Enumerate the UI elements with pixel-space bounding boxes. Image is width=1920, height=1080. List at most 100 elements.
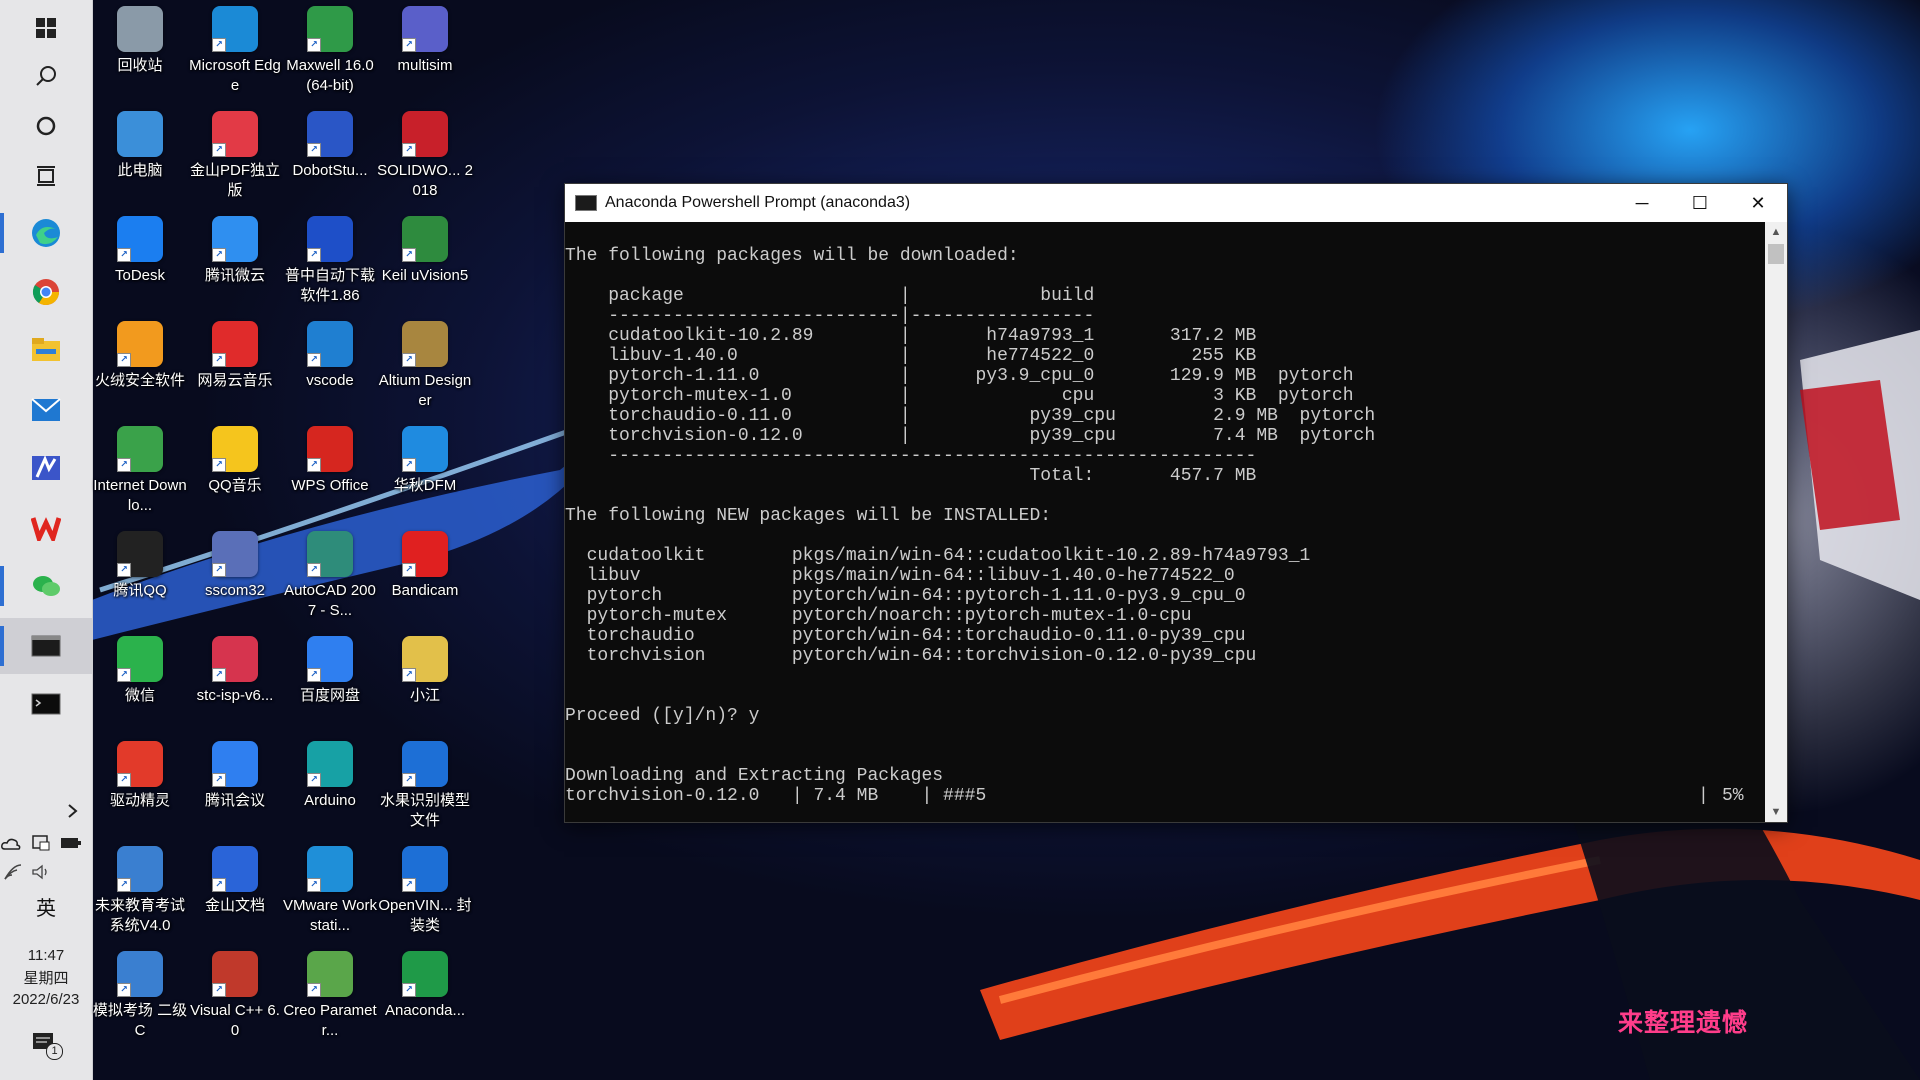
dobot-icon: ↗ bbox=[307, 111, 353, 157]
taskbar-wechat[interactable] bbox=[0, 558, 92, 614]
desktop-icon[interactable]: ↗ VMware Workstati... bbox=[282, 842, 378, 944]
desktop-icon[interactable]: ↗ Internet Downlo... bbox=[92, 422, 188, 524]
desktop-icon[interactable]: ↗ 腾讯微云 bbox=[187, 212, 283, 314]
desktop-icon[interactable]: 回收站 bbox=[92, 2, 188, 104]
desktop-icon[interactable]: ↗ stc-isp-v6... bbox=[187, 632, 283, 734]
network-tray[interactable] bbox=[2, 861, 24, 883]
taskbar-multisim[interactable] bbox=[0, 440, 92, 496]
desktop-icon[interactable]: ↗ 驱动精灵 bbox=[92, 737, 188, 839]
desktop-icon[interactable]: ↗ 模拟考场 二级C bbox=[92, 947, 188, 1049]
shortcut-arrow-icon: ↗ bbox=[212, 563, 226, 577]
desktop-icon[interactable]: ↗ 火绒安全软件 bbox=[92, 317, 188, 419]
desktop-icon-label: VMware Workstati... bbox=[283, 897, 377, 934]
desktop-icon[interactable]: ↗ 小江 bbox=[377, 632, 473, 734]
search-button[interactable] bbox=[0, 48, 92, 104]
scroll-down-arrow-icon[interactable]: ▼ bbox=[1765, 802, 1787, 822]
shortcut-arrow-icon: ↗ bbox=[402, 38, 416, 52]
shortcut-arrow-icon: ↗ bbox=[117, 773, 131, 787]
desktop-icon[interactable]: ↗ 腾讯QQ bbox=[92, 527, 188, 629]
qqmusic-icon: ↗ bbox=[212, 426, 258, 472]
desktop-icon[interactable]: ↗ 未来教育考试系统V4.0 bbox=[92, 842, 188, 944]
clock[interactable]: 11:47 星期四 2022/6/23 bbox=[0, 945, 92, 1011]
desktop-icon[interactable]: ↗ OpenVIN... 封装类 bbox=[377, 842, 473, 944]
ime-indicator[interactable]: 英 bbox=[0, 892, 92, 921]
desktop-icon[interactable]: ↗ 微信 bbox=[92, 632, 188, 734]
window-title: Anaconda Powershell Prompt (anaconda3) bbox=[605, 194, 911, 211]
show-more-chevron[interactable] bbox=[62, 800, 84, 822]
maxwell-icon: ↗ bbox=[307, 6, 353, 52]
taskbar-file-explorer[interactable] bbox=[0, 322, 92, 378]
shortcut-arrow-icon: ↗ bbox=[307, 773, 321, 787]
desktop-icon[interactable]: ↗ Creo Parametr... bbox=[282, 947, 378, 1049]
scrollbar-thumb[interactable] bbox=[1768, 244, 1784, 264]
window-titlebar[interactable]: Anaconda Powershell Prompt (anaconda3) ─… bbox=[565, 184, 1787, 222]
speaker-icon bbox=[32, 864, 47, 880]
taskbar-wps[interactable] bbox=[0, 500, 92, 556]
action-center-button[interactable]: 1 bbox=[30, 1030, 64, 1060]
console-line: libuv-1.40.0 | he774522_0 255 KB bbox=[565, 346, 1257, 366]
desktop-icon[interactable]: ↗ Maxwell 16.0 (64-bit) bbox=[282, 2, 378, 104]
desktop-icon[interactable]: ↗ Microsoft Edge bbox=[187, 2, 283, 104]
close-button[interactable]: ✕ bbox=[1729, 184, 1787, 222]
altium-icon: ↗ bbox=[402, 321, 448, 367]
desktop-icon[interactable]: ↗ 金山文档 bbox=[187, 842, 283, 944]
desktop-icon[interactable]: ↗ Altium Designer bbox=[377, 317, 473, 419]
taskbar-edge[interactable] bbox=[0, 205, 92, 261]
desktop-icon[interactable]: ↗ AutoCAD 2007 - S... bbox=[282, 527, 378, 629]
desktop-icon[interactable]: ↗ 金山PDF独立版 bbox=[187, 107, 283, 209]
console-line: torchvision pytorch/win-64::torchvision-… bbox=[565, 646, 1257, 666]
desktop-icon[interactable]: ↗ 华秋DFM bbox=[377, 422, 473, 524]
desktop-icon[interactable]: ↗ Keil uVision5 bbox=[377, 212, 473, 314]
desktop-icon[interactable]: ↗ 网易云音乐 bbox=[187, 317, 283, 419]
taskbar-mail[interactable] bbox=[0, 382, 92, 438]
volume-tray[interactable] bbox=[30, 861, 52, 883]
search-icon bbox=[36, 66, 56, 86]
multisim-icon bbox=[32, 455, 60, 480]
taskbar-anaconda-prompt[interactable] bbox=[0, 618, 92, 674]
desktop-icon-label: 金山文档 bbox=[204, 897, 265, 914]
desktop-icon[interactable]: ↗ 水果识别模型文件 bbox=[377, 737, 473, 839]
shortcut-arrow-icon: ↗ bbox=[212, 773, 226, 787]
tray-device[interactable] bbox=[30, 832, 52, 854]
taskbar-terminal[interactable] bbox=[0, 676, 92, 732]
desktop-icon-label: 模拟考场 二级C bbox=[92, 1002, 188, 1039]
isp-icon: ↗ bbox=[307, 216, 353, 262]
desktop-icon[interactable]: ↗ ToDesk bbox=[92, 212, 188, 314]
desktop-icon[interactable]: ↗ WPS Office bbox=[282, 422, 378, 524]
desktop-icon[interactable]: 此电脑 bbox=[92, 107, 188, 209]
onedrive-tray[interactable] bbox=[0, 832, 22, 854]
desktop-icon[interactable]: ↗ Arduino bbox=[282, 737, 378, 839]
desktop-icon[interactable]: ↗ sscom32 bbox=[187, 527, 283, 629]
wifi-icon bbox=[4, 864, 22, 880]
kdocs-icon: ↗ bbox=[212, 846, 258, 892]
taskbar-chrome[interactable] bbox=[0, 264, 92, 320]
desktop-icon[interactable]: ↗ SOLIDWO... 2018 bbox=[377, 107, 473, 209]
console-line: Proceed ([y]/n)? y bbox=[565, 706, 760, 726]
vertical-scrollbar[interactable]: ▲ ▼ bbox=[1765, 222, 1787, 822]
desktop-icon[interactable]: ↗ 腾讯会议 bbox=[187, 737, 283, 839]
desktop-icon-label: 微信 bbox=[124, 687, 155, 704]
desktop-icon-label: 网易云音乐 bbox=[197, 372, 273, 389]
console-output[interactable]: The following packages will be downloade… bbox=[565, 222, 1765, 822]
desktop-icon[interactable]: ↗ Visual C++ 6.0 bbox=[187, 947, 283, 1049]
task-view-button[interactable] bbox=[0, 148, 92, 204]
desktop-icon[interactable]: ↗ Bandicam bbox=[377, 527, 473, 629]
desktop-icon[interactable]: ↗ DobotStu... bbox=[282, 107, 378, 209]
shortcut-arrow-icon: ↗ bbox=[307, 458, 321, 472]
battery-tray[interactable] bbox=[60, 832, 82, 854]
desktop-icon-label: vscode bbox=[306, 372, 354, 389]
maximize-button[interactable]: ☐ bbox=[1671, 184, 1729, 222]
minimize-button[interactable]: ─ bbox=[1613, 184, 1671, 222]
anaconda-prompt-window[interactable]: Anaconda Powershell Prompt (anaconda3) ─… bbox=[564, 183, 1788, 823]
desktop-icon[interactable]: ↗ QQ音乐 bbox=[187, 422, 283, 524]
shortcut-arrow-icon: ↗ bbox=[212, 248, 226, 262]
desktop-icon[interactable]: ↗ 普中自动下载软件1.86 bbox=[282, 212, 378, 314]
scroll-up-arrow-icon[interactable]: ▲ bbox=[1765, 222, 1787, 242]
driver-icon: ↗ bbox=[117, 741, 163, 787]
desktop-icon[interactable]: ↗ vscode bbox=[282, 317, 378, 419]
console-line: torchvision-0.12.0 | py39_cpu 7.4 MB pyt… bbox=[565, 426, 1376, 446]
cortana-button[interactable] bbox=[0, 98, 92, 154]
desktop-icon[interactable]: ↗ multisim bbox=[377, 2, 473, 104]
desktop-icon[interactable]: ↗ Anaconda... bbox=[377, 947, 473, 1049]
desktop-icon[interactable]: ↗ 百度网盘 bbox=[282, 632, 378, 734]
